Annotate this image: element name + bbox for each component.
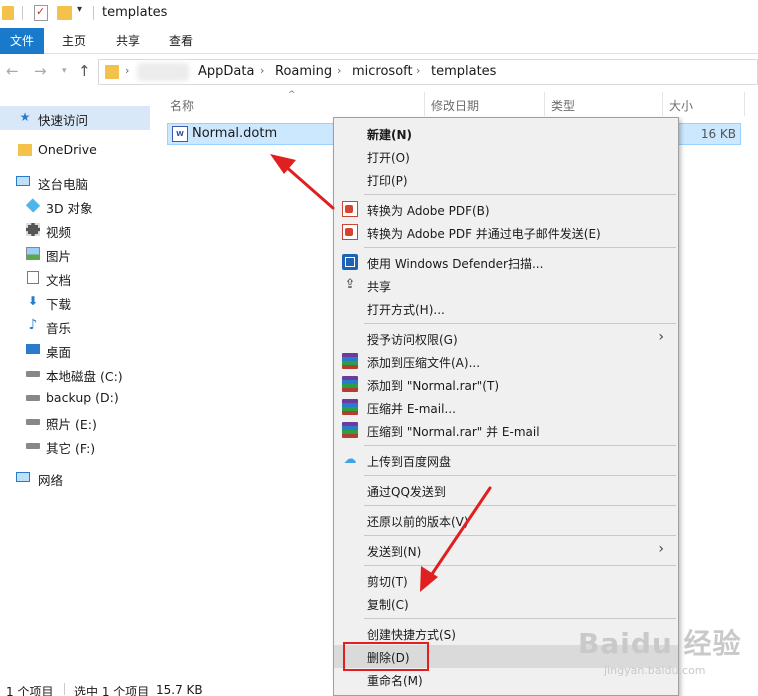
annotation-arrow-to-file bbox=[270, 154, 335, 210]
annotation-arrow-to-delete bbox=[420, 486, 492, 592]
status-size: 15.7 KB bbox=[156, 683, 203, 696]
annotation-arrows bbox=[270, 154, 492, 592]
file-explorer-window: ▾ templates 文件 主页 共享 查看 ← → ▾ ↑ › AppDat… bbox=[0, 0, 758, 696]
status-selected: 选中 1 个项目 bbox=[74, 685, 150, 696]
baidu-watermark: Baidu 经验 jingyan.baidu.com bbox=[578, 622, 754, 684]
status-item-count: 1 个项目 bbox=[6, 685, 54, 696]
status-bar: 1 个项目 选中 1 个项目 15.7 KB bbox=[0, 680, 333, 696]
watermark-url: jingyan.baidu.com bbox=[604, 664, 706, 677]
divider bbox=[64, 683, 65, 695]
watermark-logo-text: Baidu 经验 bbox=[578, 627, 742, 660]
